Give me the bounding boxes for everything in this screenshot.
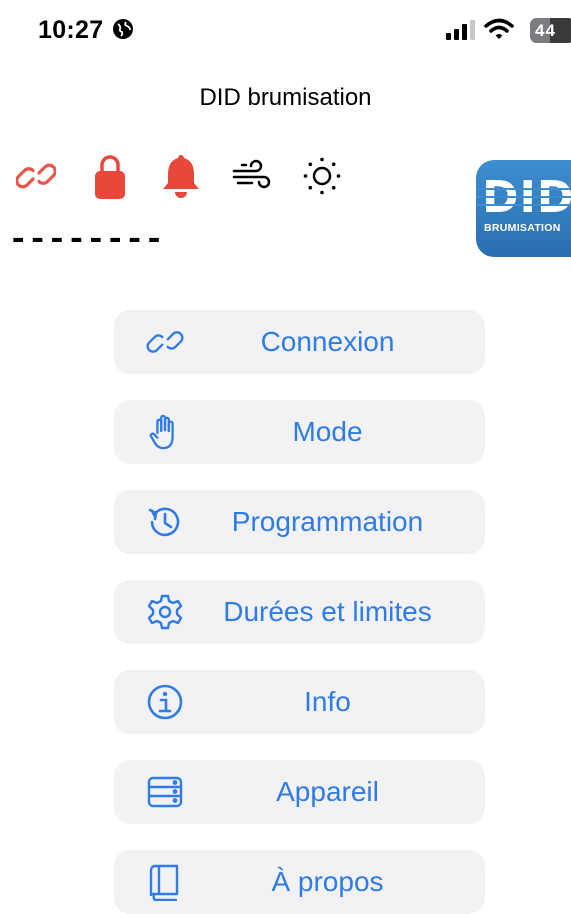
- value-display: --------: [8, 222, 164, 260]
- logo-subtitle: BRUMISATION: [484, 222, 561, 234]
- logo-text: DID: [482, 176, 571, 220]
- sun-icon: [302, 156, 342, 201]
- menu-item-label: Durées et limites: [223, 596, 432, 627]
- menu-item-durees-limites[interactable]: Durées et limites: [114, 580, 485, 644]
- bell-icon: [162, 152, 200, 205]
- device-status-indicators: [0, 150, 420, 210]
- menu-item-label: Connexion: [260, 326, 395, 357]
- status-time: 10:27: [38, 16, 104, 44]
- battery-level: 44: [535, 21, 556, 40]
- wind-icon: [232, 158, 272, 199]
- menu-item-a-propos[interactable]: À propos: [114, 850, 485, 914]
- menu-item-label: Appareil: [276, 776, 379, 807]
- location-globe-icon: [112, 18, 134, 45]
- menu-item-connexion[interactable]: Connexion: [114, 310, 485, 374]
- menu-item-programmation[interactable]: Programmation: [114, 490, 485, 554]
- menu-item-label: Info: [304, 686, 351, 717]
- menu-item-label: Mode: [292, 416, 363, 447]
- lock-icon: [94, 152, 126, 205]
- menu-item-label: Programmation: [231, 506, 424, 537]
- menu-item-info[interactable]: Info: [114, 670, 485, 734]
- did-brumisation-logo: DID BRUMISATION: [476, 160, 571, 257]
- link-icon: [15, 156, 57, 201]
- menu-item-appareil[interactable]: Appareil: [114, 760, 485, 824]
- wifi-icon: [484, 18, 514, 45]
- cellular-signal-icon: [446, 20, 476, 45]
- status-bar: 10:27 44: [0, 0, 571, 62]
- battery-indicator: 44: [530, 18, 571, 43]
- page-title: DID brumisation: [199, 84, 372, 111]
- menu-item-mode[interactable]: Mode: [114, 400, 485, 464]
- menu-item-label: À propos: [271, 866, 384, 897]
